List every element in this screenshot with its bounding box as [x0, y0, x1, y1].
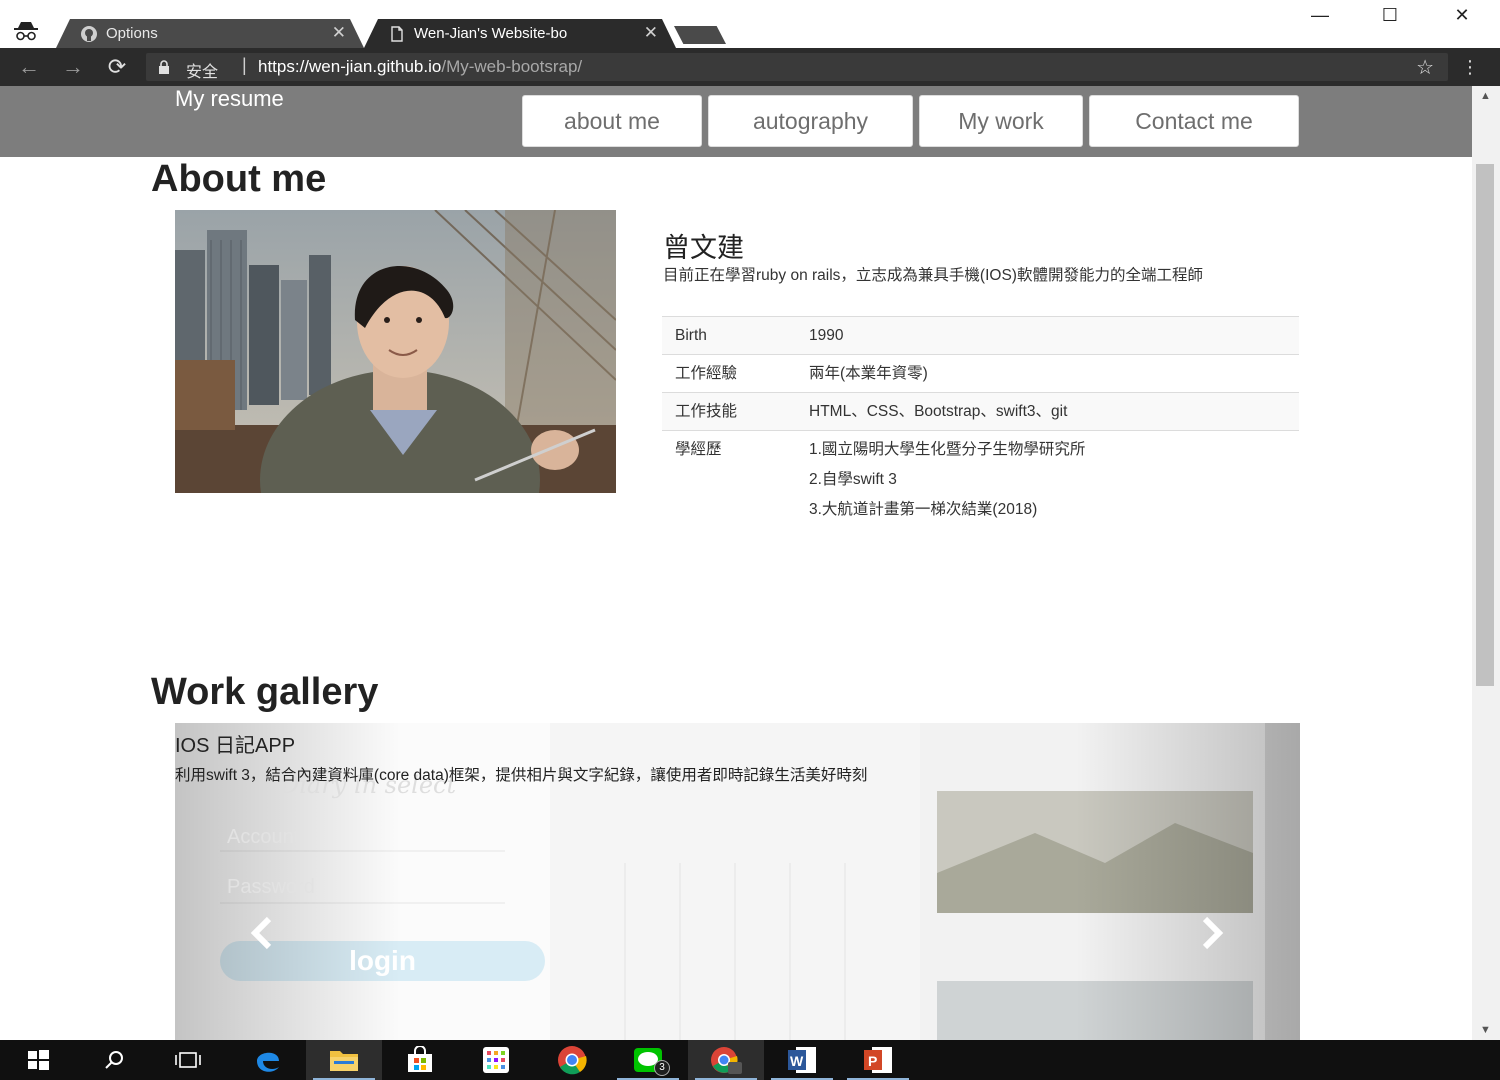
- password-placeholder-preview: Password: [227, 876, 315, 898]
- row-key: 學經歷: [662, 430, 796, 525]
- web-page: My resume about me autography My work Co…: [0, 86, 1472, 1040]
- scroll-thumb[interactable]: [1476, 164, 1494, 686]
- chrome-incognito-icon: [711, 1047, 742, 1074]
- chevron-right-icon[interactable]: [1191, 913, 1231, 953]
- taskbar-file-explorer[interactable]: [306, 1040, 382, 1080]
- table-row: 工作技能 HTML、CSS、Bootstrap、swift3、git: [662, 392, 1299, 431]
- browser-titlebar: Options ✕ Wen-Jian's Website-bo ✕ — ☐ ✕: [0, 0, 1500, 48]
- scroll-up-icon[interactable]: ▲: [1480, 90, 1491, 102]
- apps-grid-icon: [483, 1047, 509, 1073]
- tab-close-button[interactable]: ✕: [332, 24, 346, 42]
- url-separator: |: [242, 55, 247, 75]
- nav-autography[interactable]: autography: [708, 95, 913, 147]
- incognito-icon: [14, 22, 38, 41]
- nav-contact-me[interactable]: Contact me: [1089, 95, 1299, 147]
- page-scrollbar[interactable]: ▲ ▼: [1472, 86, 1500, 1040]
- maximize-button[interactable]: ☐: [1366, 2, 1414, 28]
- windows-icon: [28, 1050, 49, 1070]
- row-value: 兩年(本業年資零): [796, 354, 1299, 393]
- list-item: 3.大航道計畫第一梯次結業(2018): [809, 501, 1038, 518]
- new-tab-button[interactable]: [674, 26, 726, 44]
- table-row: 學經歷 1.國立陽明大學生化暨分子生物學研究所 2.自學swift 3 3.大航…: [662, 430, 1299, 525]
- slide-title: IOS 日記APP: [175, 735, 296, 757]
- chrome-icon: [558, 1046, 587, 1075]
- tab-title: Wen-Jian's Website-bo: [414, 25, 568, 42]
- nav-my-work[interactable]: My work: [919, 95, 1083, 147]
- search-button[interactable]: [76, 1040, 152, 1080]
- work-carousel: login Account Password Diary in select I…: [175, 723, 1300, 1040]
- forward-button[interactable]: →: [60, 55, 86, 79]
- powerpoint-icon: P: [864, 1047, 892, 1073]
- table-row: Birth 1990: [662, 316, 1299, 355]
- taskbar-chrome[interactable]: [534, 1040, 610, 1080]
- list-item: 1.國立陽明大學生化暨分子生物學研究所: [809, 441, 1086, 458]
- bookmark-star-icon[interactable]: ☆: [1416, 55, 1434, 80]
- profile-photo: [175, 210, 616, 493]
- gallery-heading: Work gallery: [151, 671, 379, 713]
- close-window-button[interactable]: ✕: [1438, 2, 1486, 28]
- github-icon: [81, 26, 97, 42]
- tab-close-button[interactable]: ✕: [644, 24, 658, 42]
- taskbar-apps[interactable]: [458, 1040, 534, 1080]
- site-brand[interactable]: My resume: [175, 86, 284, 112]
- row-key: 工作技能: [662, 392, 796, 431]
- browser-menu-icon[interactable]: ⋮: [1460, 56, 1480, 78]
- windows-taskbar: 3 W P: [0, 1040, 1500, 1080]
- task-view-button[interactable]: [150, 1040, 226, 1080]
- taskbar-store[interactable]: [382, 1040, 458, 1080]
- store-icon: [408, 1046, 432, 1072]
- row-key: 工作經驗: [662, 354, 796, 393]
- intro-text: 目前正在學習ruby on rails，立志成為兼具手機(IOS)軟體開發能力的…: [663, 267, 1203, 284]
- about-heading: About me: [151, 158, 327, 200]
- word-icon: W: [788, 1047, 816, 1073]
- row-value: 1990: [796, 316, 1299, 355]
- svg-text:P: P: [868, 1053, 877, 1069]
- list-item: 2.自學swift 3: [809, 471, 897, 488]
- taskbar-powerpoint[interactable]: P: [840, 1040, 916, 1080]
- site-navbar: My resume about me autography My work Co…: [0, 86, 1472, 157]
- info-table: Birth 1990 工作經驗 兩年(本業年資零) 工作技能 HTML、CSS、…: [662, 316, 1299, 525]
- tab-website[interactable]: Wen-Jian's Website-bo ✕: [364, 19, 676, 48]
- edge-icon: [257, 1052, 279, 1072]
- taskbar-line[interactable]: 3: [610, 1040, 686, 1080]
- lock-icon: [159, 60, 169, 74]
- taskbar-chrome-active[interactable]: [688, 1040, 764, 1080]
- row-value: HTML、CSS、Bootstrap、swift3、git: [796, 392, 1299, 431]
- svg-text:W: W: [790, 1053, 804, 1069]
- nav-about-me[interactable]: about me: [522, 95, 702, 147]
- address-bar[interactable]: 安全 | https://wen-jian.github.io/My-web-b…: [146, 53, 1448, 81]
- tab-title: Options: [106, 25, 158, 42]
- taskbar-word[interactable]: W: [764, 1040, 840, 1080]
- minimize-button[interactable]: —: [1296, 2, 1344, 28]
- notification-badge: 3: [654, 1060, 670, 1076]
- back-button[interactable]: ←: [16, 55, 42, 79]
- account-placeholder-preview: Account: [227, 826, 300, 848]
- education-list: 1.國立陽明大學生化暨分子生物學研究所 2.自學swift 3 3.大航道計畫第…: [796, 430, 1299, 525]
- url-text: https://wen-jian.github.io/My-web-bootsr…: [258, 57, 583, 76]
- table-row: 工作經驗 兩年(本業年資零): [662, 354, 1299, 393]
- security-label: 安全: [186, 64, 219, 81]
- folder-icon: [330, 1051, 358, 1071]
- tab-options[interactable]: Options ✕: [56, 19, 364, 48]
- person-name: 曾文建: [663, 233, 744, 263]
- browser-toolbar: ← → ⟳ 安全 | https://wen-jian.github.io/My…: [0, 48, 1500, 86]
- start-button[interactable]: [0, 1040, 76, 1080]
- row-key: Birth: [662, 316, 796, 355]
- scroll-down-icon[interactable]: ▼: [1480, 1024, 1491, 1036]
- page-icon: [391, 26, 403, 42]
- chevron-left-icon[interactable]: [243, 913, 283, 953]
- search-icon: [105, 1051, 123, 1069]
- reload-button[interactable]: ⟳: [104, 55, 130, 79]
- task-view-icon: [175, 1052, 201, 1068]
- taskbar-edge[interactable]: [230, 1040, 306, 1080]
- slide-description: 利用swift 3，結合內建資料庫(core data)框架，提供相片與文字紀錄…: [175, 767, 868, 784]
